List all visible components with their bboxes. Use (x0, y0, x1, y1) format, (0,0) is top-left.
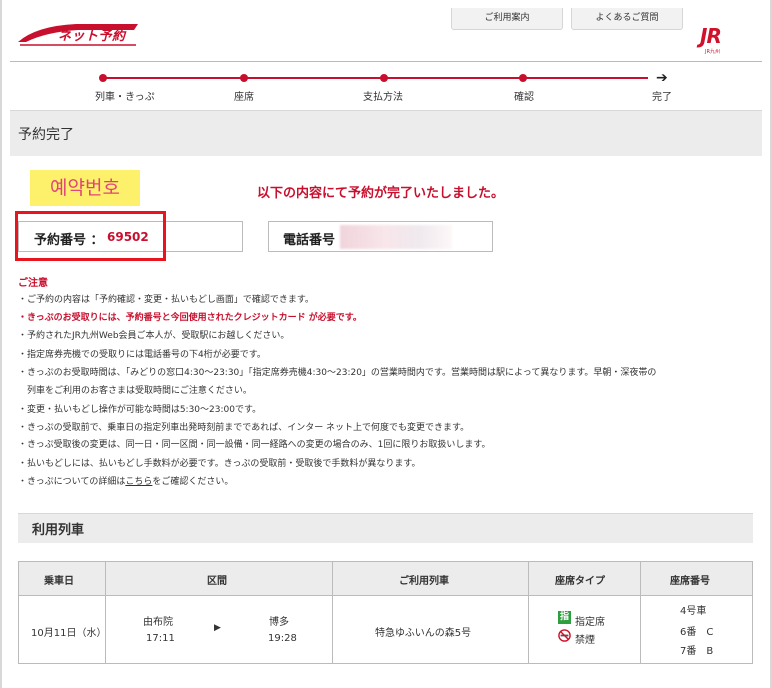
details-link[interactable]: こちら (125, 477, 152, 487)
page-title: 予約完了 (18, 127, 74, 143)
departure-time: 17:11 (146, 633, 175, 644)
nav-faq-button[interactable]: よくあるご質問 (571, 8, 683, 30)
car-number: 4号車 (680, 606, 707, 617)
note-item-details: ・きっぷについての詳細はこちらをご確認ください。 (18, 474, 233, 487)
note-item: ・ご予約の内容は「予約確認・変更・払いもどし画面」で確認できます。 (18, 295, 314, 305)
train-name: 特急ゆふいんの森5号 (375, 628, 472, 639)
progress-step-2: 座席 (234, 92, 254, 103)
column-header-seat-type: 座席タイプ (555, 576, 605, 587)
jr-logo-sub: JR九州 (705, 49, 720, 55)
direction-arrow-icon: ▶ (214, 623, 221, 633)
progress-dot-4 (519, 74, 527, 82)
progress-dot-1 (99, 74, 107, 82)
note-item: ・払いもどしには、払いもどし手数料が必要です。きっぷの受取前・受取後で手数料が異… (18, 459, 421, 469)
jr-logo[interactable]: JR (700, 24, 722, 48)
boarding-date: 10月11日（水） (31, 628, 107, 639)
note-item: ・きっぷの受取前で、乗車日の指定列車出発時刻前までであれば、インター ネット上で… (18, 423, 470, 433)
progress-arrow-icon: ➔ (656, 70, 668, 86)
progress-step-4: 確認 (514, 92, 534, 103)
train-section-bar (18, 513, 753, 543)
note-item: ・予約されたJR九州Web会員ご本人が、受取駅にお越しください。 (18, 331, 290, 341)
progress-step-3: 支払方法 (363, 92, 403, 103)
phone-number-label: 電話番号 (283, 233, 336, 248)
note-details-prefix: ・きっぷについての詳細は (18, 477, 126, 487)
note-item: 列車をご利用のお客さまは受取時間にご注意ください。 (18, 386, 252, 396)
phone-number-redacted (340, 225, 452, 249)
seat-number: 6番 C (680, 627, 714, 638)
header-divider (10, 61, 762, 62)
note-details-suffix: をご確認ください。 (152, 477, 234, 487)
column-header-seat-number: 座席番号 (670, 576, 710, 587)
note-item-important: ・きっぷのお受取りには、予約番号と今回使用されたクレジットカード が必要です。 (18, 313, 362, 323)
note-item: ・きっぷ受取後の変更は、同一日・同一区間・同一設備・同一経路への変更の場合のみ、… (18, 440, 491, 450)
note-item: ・変更・払いもどし操作が可能な時間は5:30～23:00です。 (18, 405, 262, 415)
no-smoking-icon (558, 629, 571, 642)
train-table-header (18, 561, 753, 596)
departure-station: 由布院 (143, 617, 173, 628)
arrival-station: 博多 (269, 617, 289, 628)
nav-guide-button[interactable]: ご利用案内 (451, 8, 563, 30)
table-divider (528, 561, 529, 664)
smoking-type: 禁煙 (575, 635, 595, 646)
progress-step-1: 列車・きっぷ (95, 92, 155, 103)
logo-text: ネット予約 (58, 29, 126, 44)
progress-dot-3 (380, 74, 388, 82)
column-header-train: ご利用列車 (399, 576, 449, 587)
reserved-seat-icon: 指 (558, 611, 571, 624)
note-item: ・指定席券売機での受取りには電話番号の下4桁が必要です。 (18, 350, 266, 360)
progress-step-5: 完了 (652, 92, 672, 103)
annotation-label: 예약번호 (30, 170, 140, 206)
column-header-section: 区間 (207, 576, 227, 587)
window-border-left (0, 0, 2, 688)
notes-title: ご注意 (18, 278, 48, 289)
highlight-frame (15, 211, 166, 261)
arrival-time: 19:28 (268, 633, 297, 644)
note-item: ・きっぷのお受取時間は、「みどりの窓口4:30～23:30」「指定席券売機4:3… (18, 368, 657, 378)
table-divider (105, 561, 106, 664)
column-header-date: 乗車日 (44, 576, 74, 587)
seat-number: 7番 B (680, 646, 714, 657)
train-section-title: 利用列車 (32, 523, 85, 538)
seat-type: 指定席 (575, 617, 605, 628)
progress-line (103, 77, 648, 79)
completion-message: 以下の内容にて予約が完了いたしました。 (257, 186, 505, 201)
table-divider (640, 561, 641, 664)
progress-dot-2 (240, 74, 248, 82)
page-title-bar (10, 110, 762, 156)
table-divider (332, 561, 333, 664)
